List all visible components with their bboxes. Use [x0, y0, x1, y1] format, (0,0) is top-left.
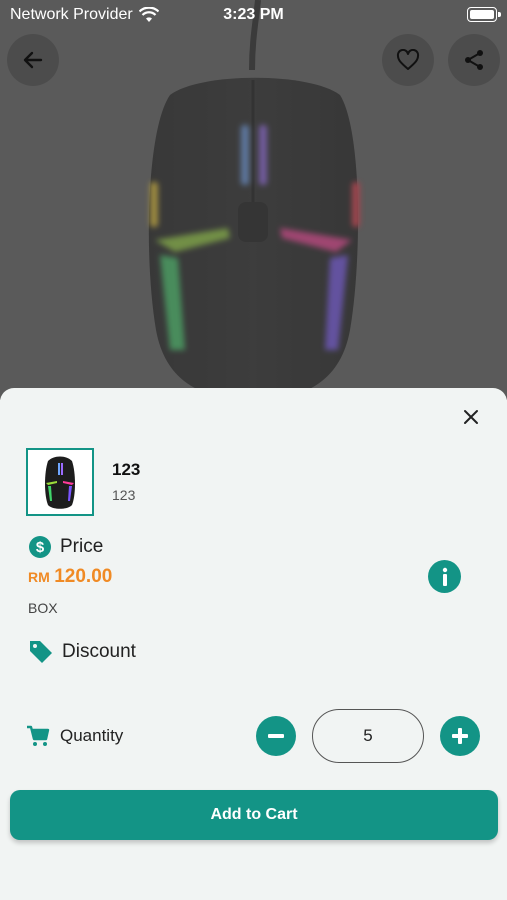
decrease-quantity-button[interactable]: [256, 716, 296, 756]
close-button[interactable]: [456, 402, 486, 432]
price-info-button[interactable]: [428, 560, 461, 593]
quantity-header: Quantity: [26, 724, 123, 748]
price-currency: RM: [28, 569, 50, 585]
add-to-cart-button[interactable]: Add to Cart: [10, 790, 498, 840]
product-thumbnail: [26, 448, 94, 516]
favorite-button[interactable]: [382, 34, 434, 86]
battery-icon: [467, 7, 501, 22]
minus-icon: [268, 734, 284, 738]
heart-outline-icon: [396, 49, 420, 70]
product-code: 123: [112, 487, 136, 503]
back-button[interactable]: [7, 34, 59, 86]
product-name: 123: [112, 460, 141, 479]
increase-quantity-button[interactable]: [440, 716, 480, 756]
quantity-label: Quantity: [60, 726, 124, 745]
share-icon: [465, 50, 483, 70]
cart-icon: [27, 725, 50, 746]
price-label: Price: [60, 536, 104, 557]
close-icon: [464, 410, 478, 424]
arrow-left-icon: [23, 51, 43, 69]
tag-icon: [30, 641, 52, 663]
status-bar: Network Provider 3:23 PM: [0, 0, 507, 30]
dollar-circle-icon: $: [29, 536, 51, 558]
status-time: 3:23 PM: [223, 6, 284, 23]
svg-text:$: $: [36, 539, 45, 556]
plus-icon: [452, 728, 468, 744]
mouse-image: [45, 456, 75, 509]
price-amount: 120.00: [54, 566, 113, 587]
discount-label: Discount: [62, 641, 136, 662]
info-icon: [442, 567, 447, 586]
price-header: $ Price: [28, 535, 103, 559]
price-value: RM 120.00: [28, 566, 112, 588]
unit-of-measure: BOX: [28, 600, 58, 616]
discount-header: Discount: [28, 639, 136, 665]
quantity-input[interactable]: [312, 709, 424, 763]
share-button[interactable]: [448, 34, 500, 86]
